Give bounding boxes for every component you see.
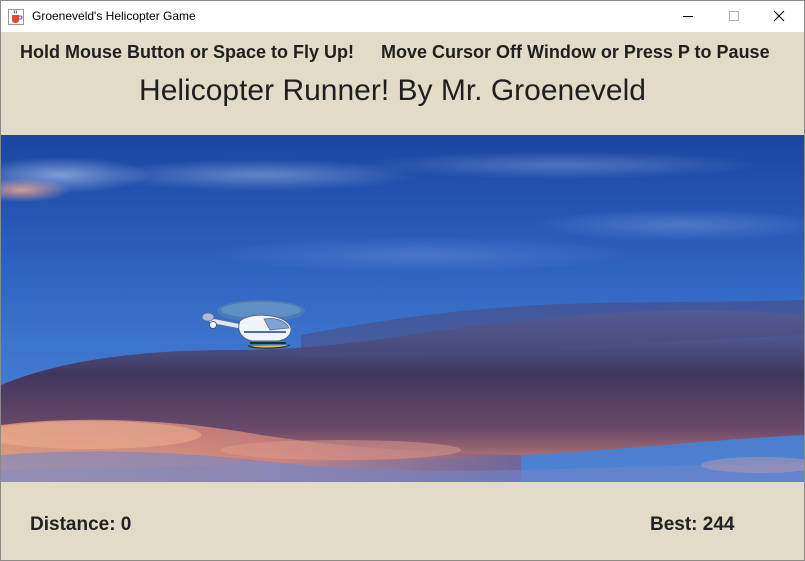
window-title: Groeneveld's Helicopter Game	[32, 9, 196, 23]
game-canvas[interactable]	[1, 135, 804, 482]
close-icon	[773, 10, 785, 22]
footer-panel: Distance: 0 Best: 244	[1, 482, 804, 560]
minimize-icon	[683, 16, 693, 17]
game-title: Helicopter Runner! By Mr. Groeneveld	[139, 74, 646, 107]
header-panel: Hold Mouse Button or Space to Fly Up! Mo…	[1, 32, 804, 135]
distance-score: Distance: 0	[30, 514, 132, 535]
best-score: Best: 244	[650, 514, 735, 535]
pause-instruction: Move Cursor Off Window or Press P to Pau…	[381, 42, 770, 62]
sky-background	[1, 135, 804, 482]
minimize-button[interactable]	[665, 1, 711, 31]
game-window: Groeneveld's Helicopter Game Hold Mouse …	[0, 0, 805, 561]
maximize-icon	[729, 11, 739, 21]
close-button[interactable]	[757, 1, 803, 31]
maximize-button[interactable]	[711, 1, 757, 31]
fly-up-instruction: Hold Mouse Button or Space to Fly Up!	[20, 42, 354, 62]
java-cup-icon	[8, 9, 24, 25]
title-bar[interactable]: Groeneveld's Helicopter Game	[1, 1, 804, 32]
helicopter-sprite	[201, 300, 305, 349]
